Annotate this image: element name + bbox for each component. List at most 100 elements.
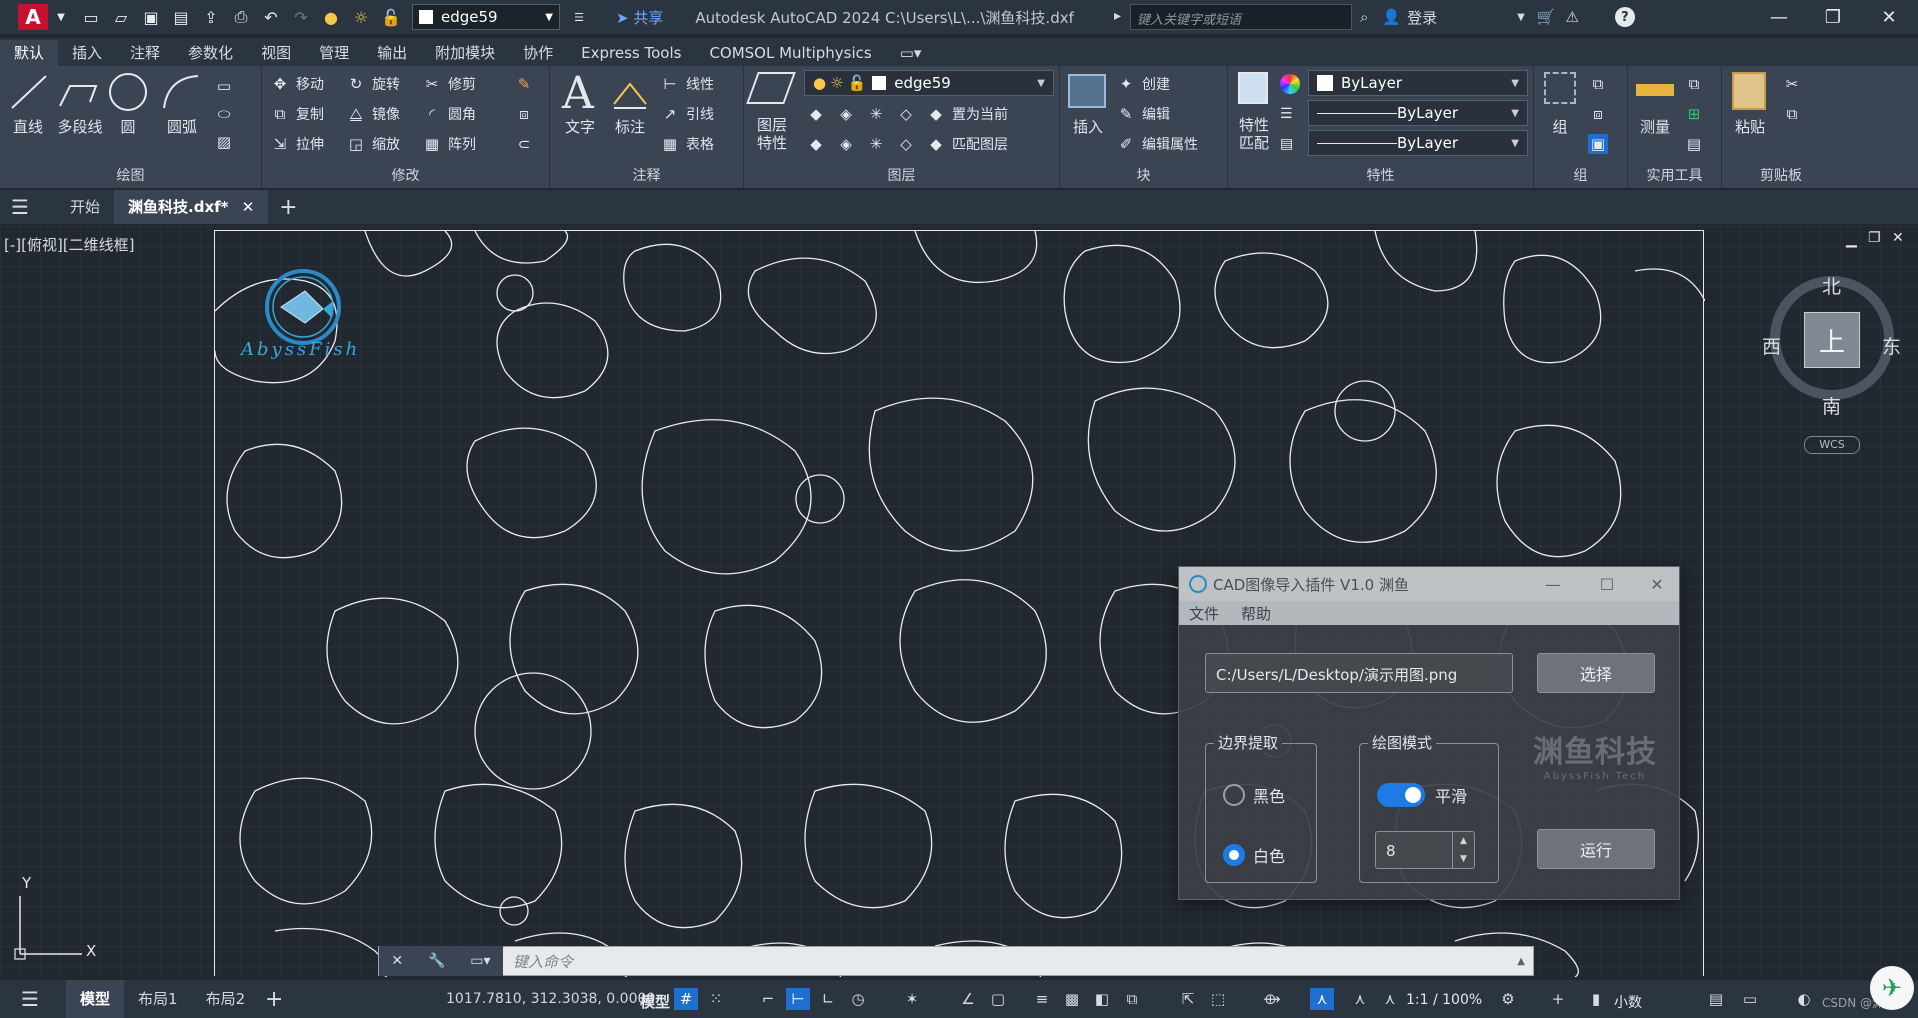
panel-annotation-title[interactable]: 注释 — [550, 164, 743, 188]
user-icon[interactable]: 👤 — [1382, 8, 1401, 26]
tab-layout2[interactable]: 布局2 — [192, 980, 260, 1018]
radio-black-dot[interactable] — [1223, 784, 1245, 806]
linetype-icon[interactable]: ☰ — [1280, 106, 1293, 122]
group-edit-icon[interactable]: ⧈ — [1588, 104, 1614, 124]
ribbon-tab-1[interactable]: 插入 — [58, 40, 116, 66]
group-select-icon[interactable]: ▣ — [1588, 134, 1608, 154]
layer-combo[interactable]: ● ☼ 🔓 edge59 ▼ — [804, 70, 1054, 96]
arc-icon[interactable] — [160, 72, 202, 112]
tab-start[interactable]: 开始 — [56, 190, 114, 224]
mirror-tool[interactable]: ⧋ 镜像 — [346, 104, 400, 124]
new-file-icon[interactable]: ▭ — [80, 6, 102, 28]
group-button[interactable]: 组 — [1538, 116, 1582, 137]
rectangle-icon[interactable]: ▭ — [214, 76, 240, 96]
customize-icon[interactable]: ☰ — [568, 6, 590, 28]
layer-properties-button[interactable]: 图层 特性 — [748, 116, 796, 152]
chevron-down-icon[interactable]: ▼ — [1517, 12, 1525, 23]
viewcube-west[interactable]: 西 — [1762, 332, 1781, 359]
transparency-icon[interactable]: ▩ — [1060, 988, 1084, 1010]
tab-layout1[interactable]: 布局1 — [124, 980, 192, 1018]
panel-properties-title[interactable]: 特性 — [1228, 164, 1533, 188]
leader-tool[interactable]: ↗ 引线 — [660, 104, 714, 124]
dimension-icon[interactable] — [610, 74, 650, 112]
model-space-button[interactable]: 模型 — [640, 991, 670, 1012]
ribbon-tab-5[interactable]: 管理 — [305, 40, 363, 66]
wrench-icon[interactable]: 🔧 — [428, 953, 445, 969]
layer-tool-4-icon[interactable]: ◇ — [896, 104, 922, 124]
smooth-level-spinbox[interactable]: 8 ▲ ▼ — [1375, 831, 1475, 869]
ribbon-tab-2[interactable]: 注释 — [116, 40, 174, 66]
hatch-icon[interactable]: ▨ — [214, 132, 240, 152]
autocad-logo-icon[interactable]: A — [18, 4, 48, 30]
tab-model[interactable]: 模型 — [66, 980, 125, 1018]
quick-properties-icon[interactable]: ▤ — [1704, 988, 1728, 1010]
annotation-scale-icon[interactable]: ⋏ — [1378, 988, 1402, 1010]
panel-layers-title[interactable]: 图层 — [744, 164, 1059, 188]
lock-icon[interactable]: 🔓 — [380, 6, 402, 28]
ribbon-tab-menu-icon[interactable]: ▭▾ — [886, 40, 936, 66]
open-folder-icon[interactable]: ▱ — [110, 6, 132, 28]
ribbon-tab-3[interactable]: 参数化 — [174, 40, 247, 66]
smooth-switch[interactable] — [1377, 783, 1425, 807]
arc-button[interactable]: 圆弧 — [160, 116, 204, 137]
trim-tool[interactable]: ✂ 修剪 — [422, 74, 476, 94]
linear-tool[interactable]: ⊢ 线性 — [660, 74, 714, 94]
color-combo[interactable]: ByLayer ▼ — [1308, 70, 1528, 96]
dialog-maximize-icon[interactable]: ☐ — [1585, 571, 1629, 597]
ribbon-tab-7[interactable]: 附加模块 — [421, 40, 509, 66]
3dosnap-icon[interactable]: ⧉ — [1120, 988, 1144, 1010]
image-path-input[interactable]: C:/Users/L/Desktop/演示用图.png — [1205, 653, 1513, 693]
dialog-close-icon[interactable]: ✕ — [1635, 571, 1679, 597]
restore-icon[interactable]: ❐ — [1810, 0, 1856, 34]
polar-icon[interactable]: ◷ — [846, 988, 870, 1010]
dimension-button[interactable]: 标注 — [608, 116, 652, 137]
snap-icon[interactable]: ⁙ — [704, 988, 728, 1010]
offset-icon[interactable]: ⊂ — [514, 134, 540, 154]
osnap-tracking-icon[interactable]: ∠ — [956, 988, 980, 1010]
save-as-icon[interactable]: ▤ — [170, 6, 192, 28]
selection-cycling-icon[interactable]: ◧ — [1090, 988, 1114, 1010]
radio-white[interactable]: 白色 — [1223, 843, 1285, 867]
export-icon[interactable]: ⇪ — [200, 6, 222, 28]
circle-icon[interactable] — [106, 70, 150, 114]
match-layer-tool[interactable]: ◆ 匹配图层 — [926, 134, 1008, 154]
grid-icon[interactable]: # — [674, 988, 698, 1010]
viewcube-north[interactable]: 北 — [1822, 272, 1841, 299]
dialog-minimize-icon[interactable]: — — [1531, 571, 1575, 597]
viewport-close-icon[interactable]: ✕ — [1892, 230, 1904, 246]
ribbon-tab-9[interactable]: Express Tools — [567, 40, 695, 66]
text-icon[interactable]: A — [562, 68, 594, 119]
circle-button[interactable]: 圆 — [108, 116, 148, 137]
infer-icon[interactable]: ⌐ — [756, 988, 780, 1010]
dynamic-ucs-icon[interactable]: ⇱ — [1176, 988, 1200, 1010]
annotation-visibility-icon[interactable]: ⋏ — [1310, 988, 1334, 1010]
cart-icon[interactable]: 🛒 — [1537, 8, 1556, 26]
radio-black[interactable]: 黑色 — [1223, 783, 1285, 807]
plot-icon[interactable]: ⎙ — [230, 6, 252, 28]
chevron-down-icon[interactable]: ▼ — [50, 6, 72, 28]
lineweight-icon[interactable]: ▤ — [1280, 136, 1293, 152]
lock-ui-icon[interactable]: ▭ — [1738, 988, 1762, 1010]
dynamic-input-icon[interactable]: ⊢ — [786, 988, 810, 1010]
table-tool[interactable]: ▦ 表格 — [660, 134, 714, 154]
help-icon[interactable]: ? — [1614, 7, 1635, 27]
undo-icon[interactable]: ↶ — [260, 6, 282, 28]
layer-tool-2-icon[interactable]: ◈ — [836, 104, 862, 124]
move-tool[interactable]: ✥ 移动 — [270, 74, 324, 94]
units-icon[interactable]: ▮ — [1584, 988, 1608, 1010]
login-button[interactable]: 登录 — [1407, 7, 1437, 28]
fillet-tool[interactable]: ◜ 圆角 — [422, 104, 476, 124]
ellipse-icon[interactable]: ⬭ — [214, 104, 240, 124]
edit-attr-tool[interactable]: ✐ 编辑属性 — [1116, 134, 1198, 154]
layer-dropdown[interactable]: edge59 ▼ — [412, 4, 560, 30]
search-input[interactable]: 键入关键字或短语 — [1130, 4, 1352, 30]
quickselect-icon[interactable]: ⧉ — [1684, 74, 1710, 94]
menu-icon[interactable]: ☰ — [0, 195, 40, 219]
color-wheel-icon[interactable] — [1280, 74, 1300, 94]
search-icon[interactable]: ⌕ — [1360, 8, 1368, 26]
point-icon[interactable]: ⊞ — [1684, 104, 1710, 124]
menu-file[interactable]: 文件 — [1189, 603, 1219, 624]
layer-tool-5-icon[interactable]: ◆ — [806, 134, 832, 154]
lineweight-combo[interactable]: ByLayer ▼ — [1308, 130, 1528, 156]
minimize-icon[interactable]: — — [1756, 0, 1802, 34]
